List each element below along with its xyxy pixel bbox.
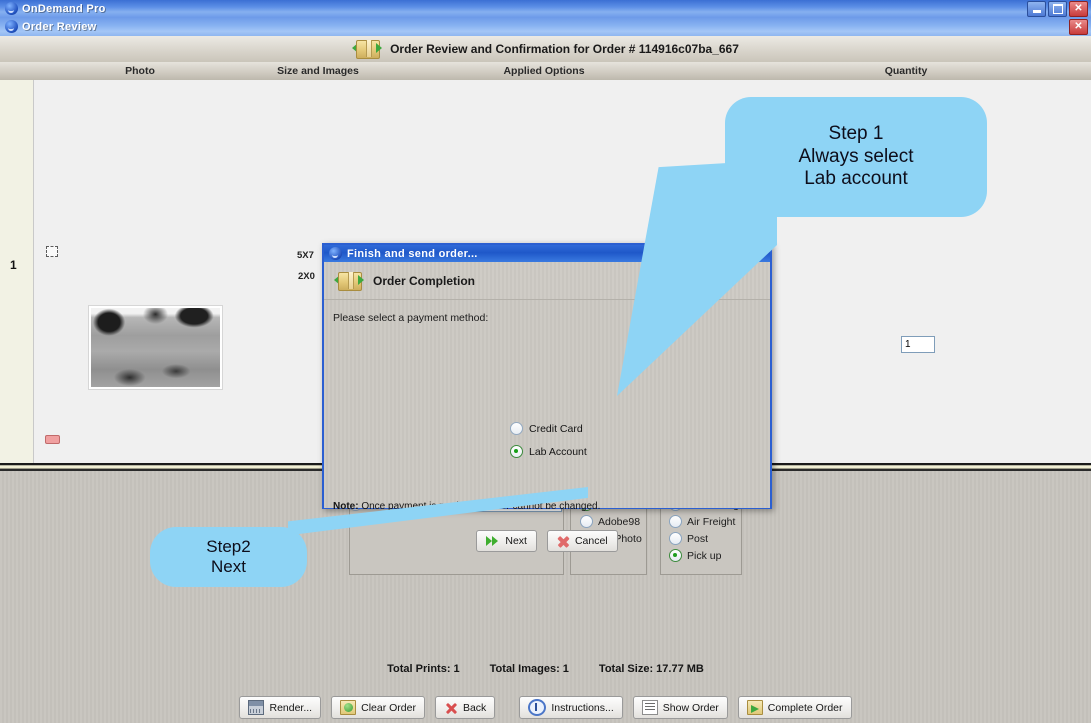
size-label-2: 2X0 bbox=[298, 271, 315, 282]
show-order-icon bbox=[642, 700, 658, 715]
app-title-bar[interactable]: OnDemand Pro ✕ bbox=[0, 0, 1091, 17]
button-label: Back bbox=[463, 702, 486, 714]
total-size: Total Size: 17.77 MB bbox=[599, 663, 704, 675]
window-controls: ✕ bbox=[1027, 1, 1091, 17]
document-close-button[interactable]: ✕ bbox=[1069, 19, 1088, 35]
shipping-option-air-freight[interactable]: Air Freight bbox=[669, 515, 735, 528]
radio-icon bbox=[669, 515, 682, 528]
color-profile-option-adobe98[interactable]: Adobe98 bbox=[580, 515, 640, 528]
page-header: Order Review and Confirmation for Order … bbox=[0, 36, 1091, 63]
color-tag-icon[interactable] bbox=[45, 435, 60, 444]
button-label: Instructions... bbox=[551, 702, 613, 714]
package-box-icon bbox=[334, 269, 364, 293]
note-label: Note: bbox=[333, 501, 359, 512]
callout-line: Lab account bbox=[804, 168, 908, 190]
callout-line: Step2 bbox=[206, 537, 250, 557]
column-header-photo: Photo bbox=[90, 65, 190, 77]
dialog-heading: Order Completion bbox=[373, 274, 475, 288]
callout-step-2: Step2 Next bbox=[150, 527, 307, 587]
column-header-options: Applied Options bbox=[474, 65, 614, 77]
payment-prompt: Please select a payment method: bbox=[333, 312, 488, 324]
bottom-toolbar: Render... Clear Order Back Instructions.… bbox=[0, 696, 1091, 719]
callout-line: Step 1 bbox=[829, 123, 884, 145]
back-icon bbox=[444, 701, 458, 714]
column-header-row: Photo Size and Images Applied Options Qu… bbox=[0, 62, 1091, 81]
crop-marker-icon[interactable] bbox=[46, 246, 58, 257]
option-label: Credit Card bbox=[529, 423, 583, 435]
radio-icon bbox=[510, 422, 523, 435]
photo-thumbnail[interactable] bbox=[89, 306, 222, 389]
row-gutter bbox=[0, 80, 34, 463]
back-button[interactable]: Back bbox=[435, 696, 495, 719]
dialog-logo-icon bbox=[329, 247, 342, 260]
payment-method-group: Credit Card Lab Account bbox=[510, 422, 587, 458]
dialog-buttons: Next Cancel bbox=[324, 530, 770, 552]
button-label: Cancel bbox=[575, 535, 608, 547]
column-header-size: Size and Images bbox=[248, 65, 388, 77]
callout-step-1: Step 1 Always select Lab account bbox=[725, 97, 987, 217]
option-label: Adobe98 bbox=[598, 516, 640, 528]
dialog-title: Finish and send order... bbox=[347, 248, 478, 260]
complete-order-icon bbox=[747, 700, 763, 715]
order-totals: Total Prints: 1 Total Images: 1 Total Si… bbox=[0, 663, 1091, 675]
package-box-icon bbox=[352, 37, 382, 61]
button-label: Clear Order bbox=[361, 702, 416, 714]
button-label: Render... bbox=[269, 702, 312, 714]
button-label: Complete Order bbox=[768, 702, 843, 714]
app-logo-icon bbox=[5, 2, 18, 15]
render-icon bbox=[248, 700, 264, 715]
instructions-icon bbox=[528, 699, 546, 716]
maximize-button[interactable] bbox=[1048, 1, 1067, 17]
clear-order-icon bbox=[340, 700, 356, 715]
cancel-button[interactable]: Cancel bbox=[547, 530, 618, 552]
payment-option-credit-card[interactable]: Credit Card bbox=[510, 422, 587, 435]
radio-icon bbox=[510, 445, 523, 458]
page-title: Order Review and Confirmation for Order … bbox=[390, 42, 739, 56]
cancel-x-icon bbox=[557, 535, 570, 547]
size-label-1: 5X7 bbox=[297, 250, 314, 261]
radio-icon bbox=[580, 515, 593, 528]
total-prints: Total Prints: 1 bbox=[387, 663, 460, 675]
option-label: Air Freight bbox=[687, 516, 735, 528]
option-label: Lab Account bbox=[529, 446, 587, 458]
show-order-button[interactable]: Show Order bbox=[633, 696, 728, 719]
button-label: Show Order bbox=[663, 702, 719, 714]
dialog-body: Please select a payment method: Credit C… bbox=[324, 300, 770, 508]
quantity-input[interactable]: 1 bbox=[901, 336, 935, 353]
document-title: Order Review bbox=[22, 21, 97, 33]
callout-line: Next bbox=[211, 557, 246, 577]
payment-option-lab-account[interactable]: Lab Account bbox=[510, 445, 587, 458]
next-arrows-icon bbox=[486, 535, 500, 547]
complete-order-button[interactable]: Complete Order bbox=[738, 696, 852, 719]
callout-line: Always select bbox=[798, 146, 913, 168]
close-button[interactable]: ✕ bbox=[1069, 1, 1088, 17]
minimize-button[interactable] bbox=[1027, 1, 1046, 17]
document-window-controls: ✕ bbox=[1069, 19, 1091, 35]
document-logo-icon bbox=[5, 20, 18, 33]
document-title-bar[interactable]: Order Review ✕ bbox=[0, 17, 1091, 37]
render-button[interactable]: Render... bbox=[239, 696, 321, 719]
button-label: Next bbox=[505, 535, 527, 547]
row-number: 1 bbox=[10, 258, 17, 272]
clear-order-button[interactable]: Clear Order bbox=[331, 696, 425, 719]
app-title: OnDemand Pro bbox=[22, 3, 106, 15]
instructions-button[interactable]: Instructions... bbox=[519, 696, 622, 719]
column-header-quantity: Quantity bbox=[846, 65, 966, 77]
total-images: Total Images: 1 bbox=[490, 663, 569, 675]
next-button[interactable]: Next bbox=[476, 530, 537, 552]
